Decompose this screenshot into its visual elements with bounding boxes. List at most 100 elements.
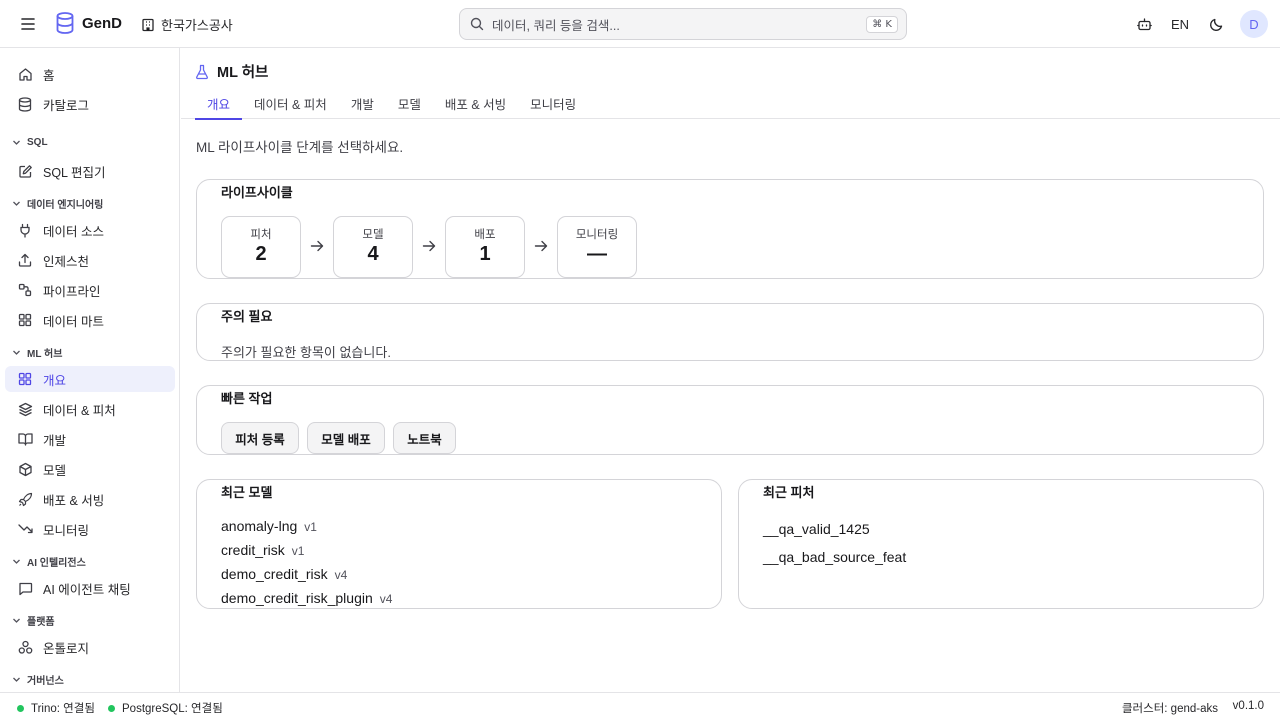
- pipeline-icon: [18, 283, 32, 297]
- building-icon: [142, 18, 154, 31]
- brand[interactable]: GenD: [56, 12, 122, 34]
- tab-deploy-serving[interactable]: 배포 & 서빙: [433, 89, 518, 119]
- menu-button[interactable]: [17, 14, 39, 34]
- list-item[interactable]: __qa_bad_source_feat: [763, 549, 906, 565]
- section-platform[interactable]: 플랫폼: [12, 613, 55, 628]
- tab-monitoring[interactable]: 모니터링: [518, 89, 588, 119]
- card-title: 주의 필요: [221, 309, 273, 324]
- stage-features[interactable]: 피처 2: [221, 216, 301, 278]
- theme-toggle[interactable]: [1198, 10, 1234, 38]
- sidebar-item-data-sources[interactable]: 데이터 소스: [5, 217, 175, 243]
- model-name: demo_credit_risk_plugin: [221, 590, 373, 606]
- list-item[interactable]: credit_risk v1: [221, 542, 304, 558]
- section-ml-hub[interactable]: ML 허브: [12, 345, 62, 360]
- sidebar-item-label: 개발: [43, 433, 67, 448]
- sidebar-item-home[interactable]: 홈: [5, 61, 175, 87]
- chat-icon: [18, 582, 32, 595]
- tab-overview[interactable]: 개요: [195, 89, 243, 120]
- tab-data-features[interactable]: 데이터 & 피처: [242, 89, 339, 119]
- page-title: ML 허브: [195, 61, 268, 82]
- deploy-model-button[interactable]: 모델 배포: [307, 422, 385, 454]
- section-label: SQL: [27, 137, 48, 148]
- model-version: v1: [291, 544, 305, 558]
- search-icon: [470, 17, 484, 31]
- card-title: 라이프사이클: [221, 185, 293, 200]
- sidebar-item-label: 모니터링: [43, 523, 90, 538]
- sidebar-item-ml-monitoring[interactable]: 모니터링: [5, 516, 175, 542]
- database-logo-icon: [56, 12, 74, 34]
- recent-features-card: 최근 피처 __qa_valid_1425 __qa_bad_source_fe…: [738, 479, 1264, 609]
- stage-value: 4: [367, 243, 379, 265]
- notebook-button[interactable]: 노트북: [393, 422, 456, 454]
- sidebar-item-ml-data-features[interactable]: 데이터 & 피처: [5, 396, 175, 422]
- brand-name: GenD: [82, 14, 123, 32]
- grid-icon: [18, 313, 32, 327]
- chevron-down-icon: [13, 350, 20, 355]
- book-icon: [17, 433, 33, 446]
- home-icon: [18, 67, 32, 81]
- chevron-down-icon: [13, 677, 20, 682]
- stage-label: 피처: [250, 229, 272, 241]
- sidebar-item-label: 데이터 & 피처: [43, 403, 116, 418]
- assistant-button[interactable]: [1126, 10, 1162, 38]
- card-title: 최근 모델: [221, 485, 273, 500]
- section-label: ML 허브: [27, 349, 63, 360]
- model-name: anomaly-lng: [221, 518, 298, 534]
- stage-value: —: [587, 243, 607, 265]
- attention-card: 주의 필요 주의가 필요한 항목이 없습니다.: [196, 303, 1264, 361]
- empty-message: 주의가 필요한 항목이 없습니다.: [221, 345, 391, 360]
- sidebar-item-ontology[interactable]: 온톨로지: [5, 634, 175, 660]
- section-sql[interactable]: SQL: [12, 137, 48, 148]
- section-label: 데이터 엔지니어링: [27, 200, 104, 211]
- plug-icon: [20, 223, 30, 238]
- recent-models-card: 최근 모델 anomaly-lng v1 credit_risk v1 demo…: [196, 479, 722, 609]
- arrow-right-icon: [534, 240, 548, 252]
- section-label: 거버넌스: [27, 676, 64, 687]
- register-feature-button[interactable]: 피처 등록: [221, 422, 299, 454]
- sidebar-item-label: 데이터 마트: [43, 314, 104, 329]
- upload-icon: [18, 253, 32, 267]
- section-governance[interactable]: 거버넌스: [12, 672, 64, 687]
- sidebar-item-pipeline[interactable]: 파이프라인: [5, 277, 175, 303]
- tab-development[interactable]: 개발: [339, 89, 386, 119]
- sidebar-item-sql-editor[interactable]: SQL 편집기: [5, 158, 175, 184]
- list-item[interactable]: __qa_valid_1425: [763, 521, 870, 537]
- stage-deploy[interactable]: 배포 1: [445, 216, 525, 278]
- tab-bar: 개요 데이터 & 피처 개발 모델 배포 & 서빙 모니터링: [195, 89, 588, 120]
- sidebar-item-ml-dev[interactable]: 개발: [5, 426, 175, 452]
- sidebar-item-label: 개요: [43, 373, 67, 388]
- model-name: demo_credit_risk: [221, 566, 328, 582]
- sidebar-item-ml-models[interactable]: 모델: [5, 456, 175, 482]
- sidebar-item-ml-overview[interactable]: 개요: [5, 366, 175, 392]
- box-icon: [18, 462, 32, 476]
- section-label: 플랫폼: [27, 617, 55, 628]
- postgres-status: PostgreSQL: 연결됨: [108, 700, 223, 716]
- sidebar-item-ai-chat[interactable]: AI 에이전트 채팅: [5, 575, 175, 601]
- sidebar-item-ml-deploy[interactable]: 배포 & 서빙: [5, 486, 175, 512]
- search-input[interactable]: 데이터, 쿼리 등을 검색... ⌘ K: [459, 8, 907, 40]
- language-button[interactable]: EN: [1162, 10, 1198, 38]
- quick-actions-card: 빠른 작업 피처 등록 모델 배포 노트북: [196, 385, 1264, 455]
- sidebar-item-label: 온톨로지: [43, 641, 90, 656]
- avatar[interactable]: D: [1240, 10, 1268, 38]
- sidebar-item-ingestion[interactable]: 인제스천: [5, 247, 175, 273]
- chevron-down-icon: [13, 140, 20, 145]
- rocket-icon: [18, 492, 32, 506]
- header-actions: EN D: [1126, 10, 1268, 38]
- org-selector[interactable]: 한국가스공사: [141, 15, 233, 34]
- cluster-info: 클러스터: gend-aks: [1121, 703, 1218, 715]
- sidebar-item-catalog[interactable]: 카탈로그: [5, 91, 175, 117]
- section-ai[interactable]: AI 인텔리전스: [12, 554, 86, 569]
- list-item[interactable]: demo_credit_risk v4: [221, 566, 347, 582]
- stage-label: 모니터링: [575, 229, 619, 241]
- page-title-text: ML 허브: [217, 65, 269, 81]
- tab-models[interactable]: 모델: [386, 89, 433, 119]
- sidebar-item-data-mart[interactable]: 데이터 마트: [5, 307, 175, 333]
- stage-models[interactable]: 모델 4: [333, 216, 413, 278]
- section-data-engineering[interactable]: 데이터 엔지니어링: [12, 196, 103, 211]
- stage-monitoring[interactable]: 모니터링 —: [557, 216, 637, 278]
- chevron-down-icon: [13, 618, 20, 623]
- list-item[interactable]: demo_credit_risk_plugin v4: [221, 590, 392, 606]
- list-item[interactable]: anomaly-lng v1: [221, 518, 317, 534]
- sidebar-item-label: 데이터 소스: [43, 224, 104, 239]
